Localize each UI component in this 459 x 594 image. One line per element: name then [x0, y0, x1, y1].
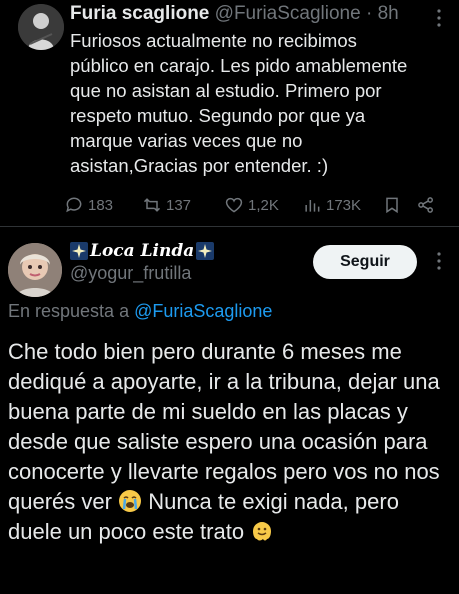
reply-to-link[interactable]: @FuriaScaglione — [134, 301, 272, 321]
tweet-header: Furia scaglione @FuriaScaglione · 8h — [70, 2, 429, 26]
tweet-text: Furiosos actualmente no recibimos públic… — [70, 30, 408, 176]
user-handle[interactable]: @yogur_frutilla — [70, 263, 191, 284]
retweet-count: 137 — [166, 196, 192, 214]
reply-icon — [66, 197, 82, 213]
views-count: 173K — [326, 196, 362, 214]
separator-dot: · — [365, 3, 373, 24]
display-name[interactable]: Furia scaglione — [70, 3, 209, 24]
tweet-text-part1: Che todo bien pero durante 6 meses me de… — [8, 339, 440, 514]
reply-context: En respuesta a @FuriaScaglione — [8, 301, 272, 322]
reply-prefix: En respuesta a — [8, 301, 130, 321]
views-icon — [305, 200, 320, 212]
avatar[interactable] — [18, 4, 64, 50]
share-icon — [418, 197, 433, 213]
avatar[interactable] — [8, 243, 62, 297]
like-button[interactable]: 1,2K — [224, 192, 279, 218]
sparkles-emoji — [196, 242, 215, 260]
share-button[interactable] — [416, 192, 436, 218]
follow-button[interactable]: Seguir — [313, 245, 417, 279]
original-tweet[interactable]: Furia scaglione @FuriaScaglione · 8h Fur… — [0, 0, 459, 226]
retweet-button[interactable]: 137 — [142, 192, 191, 218]
crying-face-emoji — [119, 490, 142, 512]
retweet-icon — [143, 198, 161, 212]
user-handle[interactable]: @FuriaScaglione — [215, 3, 361, 24]
more-icon[interactable] — [427, 249, 451, 273]
bookmark-icon — [386, 197, 398, 214]
reply-button[interactable]: 183 — [64, 192, 113, 218]
like-icon — [225, 197, 243, 213]
more-icon[interactable] — [427, 6, 451, 30]
display-name[interactable]: 𝑳𝒐𝒄𝒂 𝑳𝒊𝒏𝒅𝒂 — [90, 241, 194, 261]
display-name-row: 𝑳𝒐𝒄𝒂 𝑳𝒊𝒏𝒅𝒂 — [70, 239, 215, 263]
like-count: 1,2K — [248, 196, 279, 214]
sparkles-emoji — [70, 242, 88, 260]
reply-tweet[interactable]: 𝑳𝒐𝒄𝒂 𝑳𝒊𝒏𝒅𝒂 @yogur_frutilla Seguir En res… — [0, 227, 459, 594]
melting-face-emoji — [253, 522, 272, 541]
bookmark-button[interactable] — [382, 192, 402, 218]
tweet-text: Che todo bien pero durante 6 meses me de… — [8, 337, 453, 547]
tweet-actions: 183 137 1,2K 173K — [64, 192, 444, 218]
views-button[interactable]: 173K — [302, 192, 361, 218]
reply-count: 183 — [88, 196, 114, 214]
timestamp[interactable]: 8h — [378, 3, 399, 24]
